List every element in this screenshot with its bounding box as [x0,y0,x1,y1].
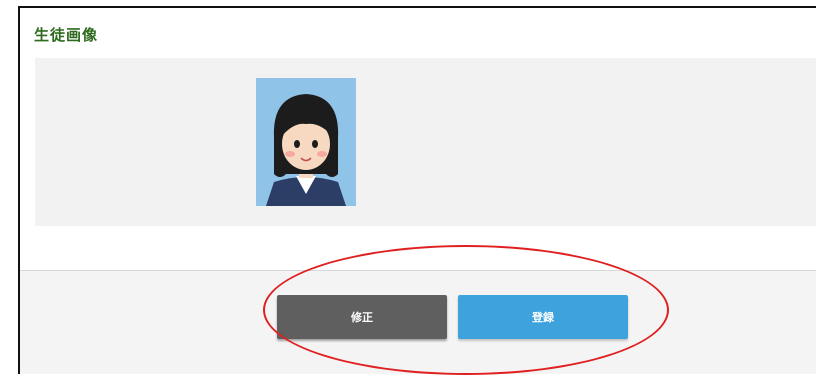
edit-button[interactable]: 修正 [277,295,447,339]
avatar-illustration [256,78,356,206]
panel-title: 生徒画像 [34,26,99,44]
image-area [35,58,816,226]
student-photo [256,78,356,206]
register-button[interactable]: 登録 [458,295,628,339]
